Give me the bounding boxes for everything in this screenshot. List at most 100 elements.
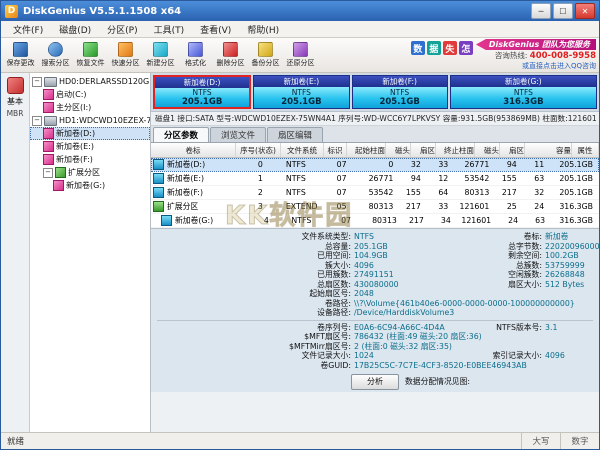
- support-banner[interactable]: DiskGenius 团队为您服务: [476, 39, 596, 50]
- format-icon: [188, 42, 203, 57]
- tree-item-disk-hd1[interactable]: HD1:WDCWD10EZEX-75WN4A1(932GB): [30, 114, 150, 127]
- divider: [157, 320, 593, 321]
- menu-help[interactable]: 帮助(H): [239, 23, 287, 36]
- device-path-value: /Device/HarddiskVolume3: [354, 308, 599, 318]
- start-sector-value: 2048: [354, 289, 599, 299]
- collapse-icon[interactable]: [43, 168, 53, 178]
- quick-partition-icon: [118, 42, 133, 57]
- fs-type-value: NTFS: [354, 232, 454, 242]
- restore-partition-icon: [293, 42, 308, 57]
- tree-item-volume-g[interactable]: 新加卷(G:): [30, 179, 150, 192]
- disk-icon: [44, 77, 57, 87]
- tree-item-disk-hd0[interactable]: HD0:DERLARSSD120GB(112GB): [30, 75, 150, 88]
- tab-browse-files[interactable]: 浏览文件: [210, 127, 266, 142]
- volume-icon: [161, 215, 172, 226]
- recover-files-icon: [83, 42, 98, 57]
- extended-partition-icon: [153, 201, 164, 212]
- disk-info-line: 磁盘1 接口:SATA 型号:WDCWD10EZEX-75WN4A1 序列号:W…: [151, 112, 599, 126]
- promo-right: DiskGenius 团队为您服务 咨询热线: 400-008-9958 或直接…: [476, 39, 596, 69]
- partition-table: 卷标 序号(状态) 文件系统 标识 起始柱面 磁头 扇区 终止柱面 磁头 扇区 …: [151, 143, 599, 228]
- toolbar-recover-files[interactable]: 恢复文件: [73, 39, 108, 71]
- tree-item-boot-c[interactable]: 启动(C:): [30, 88, 150, 101]
- disk-mode-column: 基本 MBR: [1, 73, 30, 432]
- status-capslock: 大写: [521, 433, 560, 449]
- partition-icon: [43, 89, 54, 100]
- toolbar-search-partition[interactable]: 搜索分区: [38, 39, 73, 71]
- free-clusters-label: 空闲簇数:: [454, 270, 545, 280]
- tree-item-volume-d[interactable]: 新加卷(D:): [30, 127, 150, 140]
- toolbar-new-partition[interactable]: 新建分区: [143, 39, 178, 71]
- partition-block-d[interactable]: 新加卷(D:) NTFS205.1GB: [153, 75, 251, 109]
- menu-file[interactable]: 文件(F): [5, 23, 51, 36]
- collapse-icon[interactable]: [32, 116, 42, 126]
- cluster-size-value: 4096: [354, 261, 454, 271]
- collapse-icon[interactable]: [32, 77, 42, 87]
- sector-size-label: 扇区大小:: [454, 280, 545, 290]
- partition-icon: [43, 154, 54, 165]
- table-row[interactable]: 扩展分区 3 EXTEND 05 80313 217 33 121601 25 …: [151, 200, 599, 214]
- qq-consult-link[interactable]: 或直接点击进入QQ咨询: [522, 61, 596, 71]
- toolbar-quick-partition[interactable]: 快速分区: [108, 39, 143, 71]
- menu-disk[interactable]: 磁盘(D): [51, 23, 99, 36]
- free-space-value: 100.2GB: [545, 251, 599, 261]
- total-bytes-label: 总字节数:: [454, 242, 545, 252]
- table-row[interactable]: 新加卷(E:) 1 NTFS 07 26771 94 12 53542 155 …: [151, 172, 599, 186]
- partition-block-e[interactable]: 新加卷(E:) NTFS205.1GB: [253, 75, 349, 109]
- used-space-label: 已用空间:: [151, 251, 354, 261]
- total-capacity-label: 总容量:: [151, 242, 354, 252]
- volume-serial-label: 卷序列号:: [151, 323, 354, 333]
- mft-sector-label: $MFT扇区号:: [151, 332, 354, 342]
- partition-map: 新加卷(D:) NTFS205.1GB 新加卷(E:) NTFS205.1GB …: [151, 73, 599, 112]
- search-partition-icon: [48, 42, 63, 57]
- hotline: 咨询热线: 400-008-9958: [495, 50, 596, 61]
- tree-item-primary-i[interactable]: 主分区(I:): [30, 101, 150, 114]
- volume-icon: [153, 187, 164, 198]
- toolbar-backup-partition[interactable]: 备份分区: [248, 39, 283, 71]
- delete-partition-icon: [223, 42, 238, 57]
- menu-tools[interactable]: 工具(T): [146, 23, 193, 36]
- basic-disk-icon[interactable]: [7, 77, 24, 94]
- table-row[interactable]: 新加卷(D:) 0 NTFS 07 0 32 33 26771 94 11 20…: [151, 158, 599, 172]
- device-path-label: 设备路径:: [151, 308, 354, 318]
- partition-block-f[interactable]: 新加卷(F:) NTFS205.1GB: [352, 75, 448, 109]
- start-sector-label: 起始扇区号:: [151, 289, 354, 299]
- promo-tile-icon: 失: [443, 41, 457, 55]
- tree-item-extended[interactable]: 扩展分区: [30, 166, 150, 179]
- fs-type-label: 文件系统类型:: [151, 232, 354, 242]
- vol-label-value: 新加卷: [545, 232, 599, 242]
- status-numlock: 数字: [560, 433, 599, 449]
- volume-icon: [153, 159, 164, 170]
- ntfs-version-label: NTFS版本号:: [454, 323, 545, 333]
- close-button[interactable]: ✕: [575, 3, 595, 19]
- maximize-button[interactable]: ☐: [553, 3, 573, 19]
- menu-partition[interactable]: 分区(P): [99, 23, 145, 36]
- menu-view[interactable]: 查看(V): [192, 23, 239, 36]
- tree-item-volume-e[interactable]: 新加卷(E:): [30, 140, 150, 153]
- partition-block-g[interactable]: 新加卷(G:) NTFS316.3GB: [450, 75, 597, 109]
- tree-item-volume-f[interactable]: 新加卷(F:): [30, 153, 150, 166]
- toolbar-save-changes[interactable]: 保存更改: [3, 39, 38, 71]
- total-capacity-value: 205.1GB: [354, 242, 454, 252]
- total-sectors-value: 430080000: [354, 280, 454, 290]
- partition-tree: HD0:DERLARSSD120GB(112GB) 启动(C:) 主分区(I:)…: [30, 73, 151, 432]
- toolbar-delete-partition[interactable]: 删除分区: [213, 39, 248, 71]
- analyze-button[interactable]: 分析: [351, 374, 399, 390]
- toolbar-format[interactable]: 格式化: [178, 39, 213, 71]
- cluster-size-label: 簇大小:: [151, 261, 354, 271]
- volume-serial-value: E0A6-6C94-A66C-4D4A: [354, 323, 454, 333]
- table-row[interactable]: 新加卷(G:) 4 NTFS 07 80313 217 34 121601 24…: [151, 214, 599, 228]
- toolbar-restore-partition[interactable]: 还原分区: [283, 39, 318, 71]
- tab-sector-edit[interactable]: 扇区编辑: [267, 127, 323, 142]
- promo-tiles: 数 据 失 怎: [411, 39, 473, 69]
- minimize-button[interactable]: ─: [531, 3, 551, 19]
- free-clusters-value: 26268848: [545, 270, 599, 280]
- used-clusters-label: 已用簇数:: [151, 270, 354, 280]
- content-filler: [151, 392, 599, 432]
- tab-partition-params[interactable]: 分区参数: [153, 127, 209, 142]
- volume-guid-label: 卷GUID:: [151, 361, 354, 371]
- volume-guid-value: 17B25C5C-7C7E-4CF3-8520-E0BEE46943AB: [354, 361, 599, 371]
- partition-icon: [43, 141, 54, 152]
- table-row[interactable]: 新加卷(F:) 2 NTFS 07 53542 155 64 80313 217…: [151, 186, 599, 200]
- partition-params-panel: 文件系统类型:NTFS卷标:新加卷 总容量:205.1GB总字节数:220200…: [151, 228, 599, 392]
- free-space-label: 剩余空间:: [454, 251, 545, 261]
